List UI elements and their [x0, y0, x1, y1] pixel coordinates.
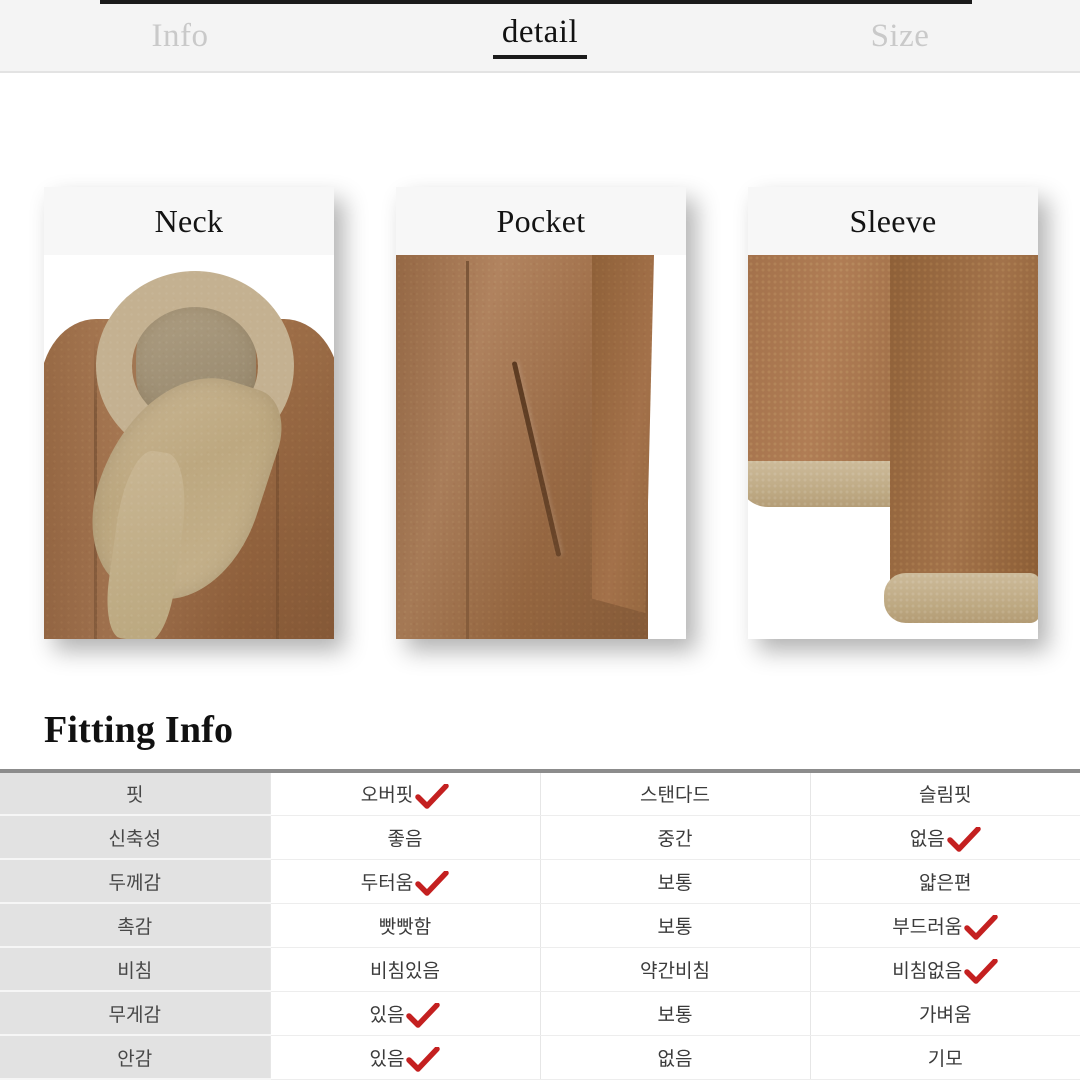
fitting-option-label: 좋음: [387, 828, 423, 850]
detail-card-pocket-title: Pocket: [496, 202, 586, 239]
pocket-photo: [396, 255, 686, 639]
detail-card-sleeve[interactable]: Sleeve: [748, 187, 1038, 639]
fitting-option-cell[interactable]: 기모: [809, 1035, 1080, 1080]
fitting-option-cell[interactable]: 비침없음: [809, 947, 1080, 992]
fitting-option-cell[interactable]: 얇은편: [809, 859, 1080, 904]
fitting-option-cell[interactable]: 슬림핏: [809, 771, 1080, 816]
fitting-option-label: 보통: [657, 1004, 693, 1026]
fitting-row-label: 핏: [0, 771, 270, 816]
fitting-row-label: 신축성: [0, 815, 270, 860]
fitting-option-cell[interactable]: 스탠다드: [539, 771, 810, 816]
fitting-option-cell[interactable]: 가벼움: [809, 991, 1080, 1036]
fitting-option-label: 스탠다드: [640, 785, 710, 807]
tab-detail-label: detail: [501, 14, 579, 50]
detail-card-neck-header: Neck: [44, 187, 334, 255]
detail-card-sleeve-header: Sleeve: [748, 187, 1038, 255]
check-icon: [406, 1003, 441, 1029]
fitting-option-cell[interactable]: 빳빳함: [269, 903, 540, 948]
fitting-option-label: 두터움: [360, 872, 414, 894]
fitting-option-label: 빳빳함: [378, 916, 432, 938]
check-icon: [964, 959, 998, 985]
fitting-option-cell[interactable]: 오버핏: [269, 771, 540, 816]
fitting-option-cell[interactable]: 보통: [539, 859, 810, 904]
fitting-option-cell[interactable]: 보통: [539, 903, 810, 948]
fitting-option-label: 없음: [909, 828, 945, 850]
check-icon: [406, 1047, 441, 1073]
fitting-row: 두께감 두터움 보통 얇은편: [0, 859, 1080, 904]
fitting-option-label: 있음: [369, 1004, 405, 1026]
fitting-row: 핏 오버핏 스탠다드 슬림핏: [0, 771, 1080, 816]
fitting-row-label: 안감: [0, 1035, 270, 1080]
fitting-option-label: 약간비침: [640, 960, 710, 982]
fitting-option-label: 없음: [657, 1048, 693, 1070]
fitting-option-cell[interactable]: 보통: [539, 991, 810, 1036]
fitting-option-cell[interactable]: 비침있음: [269, 947, 540, 992]
fitting-option-label: 가벼움: [919, 1004, 972, 1026]
check-icon: [946, 827, 981, 853]
fitting-option-cell[interactable]: 있음: [269, 991, 540, 1036]
fitting-option-label: 슬림핏: [919, 785, 972, 807]
product-detail-page: Info detail Size Neck Pocket Sleeve Fitt…: [0, 0, 1080, 1080]
fitting-row: 신축성 좋음 중간 없음: [0, 815, 1080, 860]
fitting-info-table: 핏 오버핏 스탠다드 슬림핏 신축성 좋음 중간 없음 두께감 두터움 보통 얇은편 촉감 빳빳함 보통 부드…: [0, 769, 1080, 1080]
detail-card-sleeve-title: Sleeve: [849, 202, 937, 239]
tab-size[interactable]: Size: [720, 0, 1080, 73]
fitting-option-cell[interactable]: 없음: [809, 815, 1080, 860]
fitting-option-cell[interactable]: 두터움: [269, 859, 540, 904]
sleeve-photo: [748, 255, 1038, 639]
tab-size-label: Size: [870, 18, 930, 54]
check-icon: [415, 783, 449, 810]
tab-bar: Info detail Size: [0, 0, 1080, 73]
fitting-option-label: 기모: [927, 1048, 963, 1070]
fitting-info-heading: Fitting Info: [44, 709, 234, 751]
fitting-option-cell[interactable]: 중간: [539, 815, 810, 860]
tab-info-label: Info: [151, 18, 209, 54]
fitting-option-label: 중간: [657, 828, 693, 850]
fitting-option-label: 얇은편: [919, 872, 972, 894]
fitting-row-label: 두께감: [0, 859, 270, 904]
fitting-option-cell[interactable]: 약간비침: [539, 947, 810, 992]
fitting-option-cell[interactable]: 좋음: [269, 815, 540, 860]
fitting-option-label: 보통: [657, 916, 693, 938]
fitting-option-label: 있음: [369, 1048, 405, 1070]
fitting-option-cell[interactable]: 부드러움: [809, 903, 1080, 948]
detail-card-pocket-header: Pocket: [396, 187, 686, 255]
fitting-option-label: 비침없음: [892, 960, 963, 982]
detail-card-neck-title: Neck: [154, 202, 224, 239]
tab-info[interactable]: Info: [0, 0, 360, 73]
fitting-row: 안감 있음 없음 기모: [0, 1035, 1080, 1080]
check-icon: [964, 915, 998, 941]
fitting-row-label: 촉감: [0, 903, 270, 948]
fitting-option-label: 보통: [657, 872, 693, 894]
tab-detail[interactable]: detail: [360, 0, 720, 73]
fitting-row-label: 무게감: [0, 991, 270, 1036]
fitting-option-cell[interactable]: 없음: [539, 1035, 810, 1080]
fitting-option-cell[interactable]: 있음: [269, 1035, 540, 1080]
neck-photo: [44, 255, 334, 639]
detail-card-row: Neck Pocket Sleeve: [0, 73, 1080, 698]
fitting-row: 비침 비침있음 약간비침 비침없음: [0, 947, 1080, 992]
tab-active-underline: [493, 55, 587, 59]
detail-card-neck[interactable]: Neck: [44, 187, 334, 639]
fitting-row-label: 비침: [0, 947, 270, 992]
fitting-option-label: 부드러움: [892, 916, 963, 938]
fitting-option-label: 비침있음: [370, 960, 440, 982]
fitting-option-label: 오버핏: [360, 785, 414, 807]
check-icon: [415, 871, 449, 897]
detail-card-pocket[interactable]: Pocket: [396, 187, 686, 639]
fitting-row: 무게감 있음 보통 가벼움: [0, 991, 1080, 1036]
fitting-row: 촉감 빳빳함 보통 부드러움: [0, 903, 1080, 948]
